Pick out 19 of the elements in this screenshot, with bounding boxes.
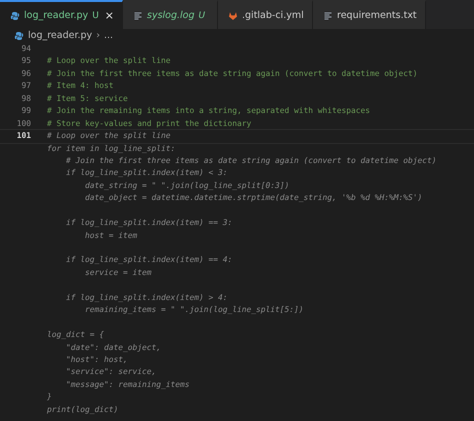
text-file-icon [323, 10, 333, 20]
close-button[interactable]: × [104, 9, 114, 22]
breadcrumb-file[interactable]: log_reader.py [28, 30, 92, 41]
editor-tab[interactable]: syslog.log U [123, 0, 218, 29]
tab-label: requirements.txt [337, 10, 417, 21]
breadcrumb-separator: › [96, 30, 100, 41]
untracked-status: U [198, 10, 206, 20]
text-file-icon [133, 10, 143, 20]
tab-label: .gitlab-ci.yml [242, 10, 304, 21]
tab-label: syslog.log [147, 10, 195, 21]
editor-tab[interactable]: requirements.txt [313, 0, 426, 29]
untracked-status: U [92, 10, 99, 20]
python-file-icon [10, 10, 20, 20]
editor-tab[interactable]: .gitlab-ci.yml [218, 0, 313, 29]
editor-tab[interactable]: log_reader.py U × [0, 0, 123, 29]
python-file-icon [14, 30, 24, 40]
breadcrumb-more[interactable]: ... [104, 30, 114, 41]
fox-head-icon [228, 10, 238, 20]
tab-label: log_reader.py [24, 10, 88, 21]
